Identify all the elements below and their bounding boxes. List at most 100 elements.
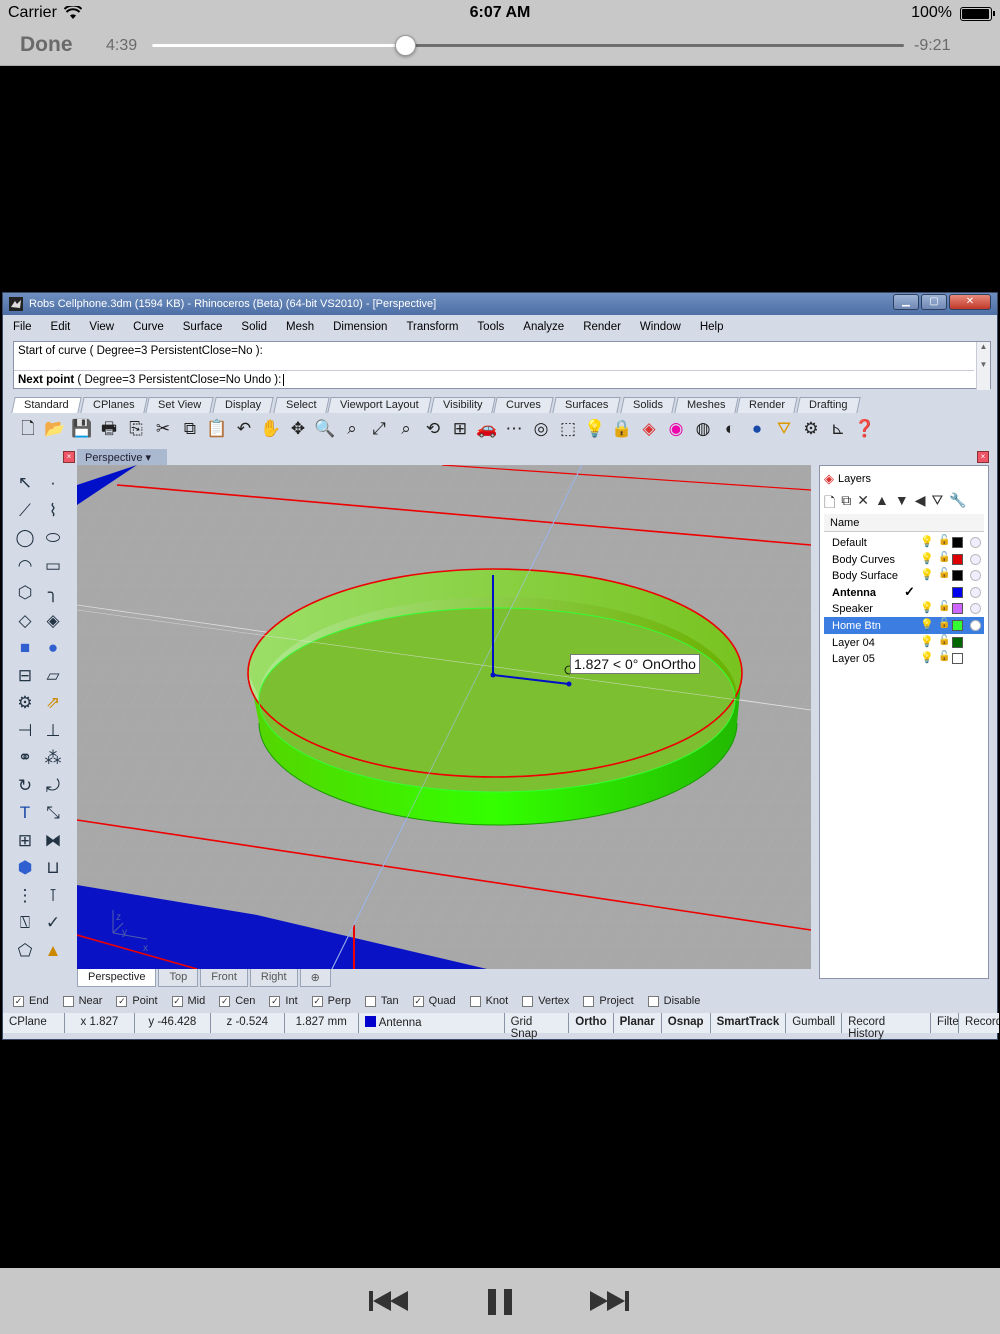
- zoom-selected-icon[interactable]: ⌕: [395, 418, 417, 440]
- menu-solid[interactable]: Solid: [235, 319, 267, 337]
- vp-tab-top[interactable]: Top: [158, 969, 199, 987]
- layer-row-antenna[interactable]: Antenna ✓: [824, 584, 984, 601]
- layer-color-swatch[interactable]: [952, 570, 963, 581]
- perspective-viewport[interactable]: z y x 1.827 < 0° OnOrtho: [77, 465, 811, 969]
- dimension-icon[interactable]: ⊾: [827, 418, 849, 440]
- osnap-cen[interactable]: ✓ Cen: [219, 995, 255, 1007]
- status-osnap[interactable]: Osnap: [661, 1013, 711, 1033]
- command-area[interactable]: Start of curve ( Degree=3 PersistentClos…: [13, 341, 991, 390]
- check-icon[interactable]: ✓: [39, 909, 67, 937]
- add-viewport-icon[interactable]: ⊕: [299, 969, 331, 987]
- pan-hand-icon[interactable]: ✋: [260, 418, 282, 440]
- zoom-extents-icon[interactable]: ⤢: [368, 418, 390, 440]
- status-cplane[interactable]: CPlane: [3, 1013, 65, 1033]
- copy-icon[interactable]: ⧉: [179, 418, 201, 440]
- command-prompt[interactable]: Next point ( Degree=3 PersistentClose=No…: [18, 374, 285, 386]
- layer-lock-icon[interactable]: 🔓: [938, 651, 950, 662]
- move-left-icon[interactable]: ◀: [915, 492, 926, 516]
- ellipse-icon[interactable]: ⬭: [39, 524, 67, 552]
- layer-lock-icon[interactable]: 🔓: [938, 635, 950, 646]
- select-points-icon[interactable]: ⬚: [557, 418, 579, 440]
- tab-standard[interactable]: Standard: [11, 397, 82, 413]
- box-icon[interactable]: ■: [11, 634, 39, 662]
- layer-visible-icon[interactable]: 💡: [920, 601, 934, 614]
- mesh-icon[interactable]: ⚙: [11, 689, 39, 717]
- menu-file[interactable]: File: [7, 319, 32, 337]
- circle-icon[interactable]: ◯: [11, 524, 39, 552]
- layer-filter-icon[interactable]: ⛛: [932, 492, 944, 516]
- tab-display[interactable]: Display: [212, 397, 275, 413]
- grid-array-icon[interactable]: ⋮: [11, 882, 39, 910]
- layers-panel-close-icon[interactable]: ×: [977, 451, 989, 463]
- menu-render[interactable]: Render: [577, 319, 621, 337]
- fillet-curve-icon[interactable]: ╮: [39, 579, 67, 607]
- options-gear-icon[interactable]: ⚙: [800, 418, 822, 440]
- status-grid-snap[interactable]: Grid Snap: [504, 1013, 570, 1040]
- car-icon[interactable]: 🚗: [476, 418, 498, 440]
- layer-color-swatch[interactable]: [952, 603, 963, 614]
- render-tool-icon[interactable]: ▲: [39, 937, 67, 965]
- layer-icon[interactable]: ◈: [638, 418, 660, 440]
- light-bulb-icon[interactable]: 💡: [584, 418, 606, 440]
- minimize-icon[interactable]: ▁: [893, 294, 919, 310]
- print-icon[interactable]: 🖶: [98, 418, 120, 440]
- layer-tools-icon[interactable]: 🔧: [949, 492, 966, 516]
- layer-lock-icon[interactable]: 🔓: [938, 618, 950, 629]
- tab-viewport-layout[interactable]: Viewport Layout: [327, 397, 432, 413]
- tab-curves[interactable]: Curves: [493, 397, 554, 413]
- layer-visible-icon[interactable]: 💡: [920, 535, 934, 548]
- osnap-quad[interactable]: ✓ Quad: [412, 995, 456, 1007]
- zoom-window-icon[interactable]: ⌕: [341, 418, 363, 440]
- grid-snap-icon[interactable]: ⋯: [503, 418, 525, 440]
- layer-material-icon[interactable]: [970, 570, 981, 581]
- menu-analyze[interactable]: Analyze: [517, 319, 564, 337]
- status-record-history[interactable]: Record History: [842, 1013, 932, 1040]
- explode-icon[interactable]: ⁂: [39, 744, 67, 772]
- vp-tab-front[interactable]: Front: [200, 969, 248, 987]
- scrubber-knob[interactable]: [394, 35, 416, 56]
- open-file-icon[interactable]: 📂: [44, 418, 66, 440]
- osnap-vertex[interactable]: Vertex: [522, 995, 569, 1007]
- align-icon[interactable]: ⊺: [39, 882, 67, 910]
- dimension-linear-icon[interactable]: ⊔: [39, 854, 67, 882]
- surface-from-points-icon[interactable]: ◇: [11, 607, 39, 635]
- mirror-icon[interactable]: ⧓: [39, 827, 67, 855]
- layer-material-icon[interactable]: [970, 554, 981, 565]
- viewport-layout-icon[interactable]: ⊞: [449, 418, 471, 440]
- osnap-disable[interactable]: Disable: [647, 995, 700, 1007]
- solid-box-icon[interactable]: ⬢: [11, 854, 39, 882]
- tab-drafting[interactable]: Drafting: [796, 397, 861, 413]
- zoom-icon[interactable]: 🔍: [314, 418, 336, 440]
- pause-icon[interactable]: [486, 1289, 514, 1315]
- polyline-icon[interactable]: ⟋: [11, 497, 39, 525]
- new-sublayer-icon[interactable]: ⧉: [841, 492, 851, 516]
- arc-icon[interactable]: ◠: [11, 552, 39, 580]
- export-icon[interactable]: ⎘: [125, 418, 147, 440]
- command-scrollbar[interactable]: ▲ ▼: [976, 342, 990, 390]
- osnap-knot[interactable]: Knot: [469, 995, 508, 1007]
- close-icon[interactable]: ✕: [949, 294, 991, 310]
- layer-material-icon[interactable]: [970, 587, 981, 598]
- layer-visible-icon[interactable]: 💡: [920, 635, 934, 648]
- layer-row-default[interactable]: Default 💡 🔓: [824, 534, 984, 551]
- layer-visible-icon[interactable]: 💡: [920, 618, 934, 631]
- status-filter[interactable]: Filter: [931, 1013, 960, 1033]
- status-gumball[interactable]: Gumball: [786, 1013, 843, 1033]
- osnap-perp[interactable]: ✓ Perp: [311, 995, 351, 1007]
- extrude-icon[interactable]: ▱: [39, 662, 67, 690]
- menu-edit[interactable]: Edit: [45, 319, 71, 337]
- layer-color-swatch[interactable]: [952, 637, 963, 648]
- viewport-title[interactable]: Perspective ▾: [77, 449, 167, 465]
- rotate-view-icon[interactable]: ⟲: [422, 418, 444, 440]
- layer-row-body-curves[interactable]: Body Curves 💡 🔓: [824, 551, 984, 568]
- osnap-end[interactable]: ✓ End: [13, 995, 49, 1007]
- layer-lock-icon[interactable]: 🔓: [938, 601, 950, 612]
- maximize-icon[interactable]: ▢: [921, 294, 947, 310]
- layer-color-swatch[interactable]: [952, 554, 963, 565]
- vp-tab-right[interactable]: Right: [249, 969, 298, 987]
- status-planar[interactable]: Planar: [613, 1013, 662, 1033]
- osnap-mid[interactable]: ✓ Mid: [171, 995, 205, 1007]
- osnap-icon[interactable]: ◎: [530, 418, 552, 440]
- array-icon[interactable]: ⊞: [11, 827, 39, 855]
- osnap-near[interactable]: Near: [62, 995, 102, 1007]
